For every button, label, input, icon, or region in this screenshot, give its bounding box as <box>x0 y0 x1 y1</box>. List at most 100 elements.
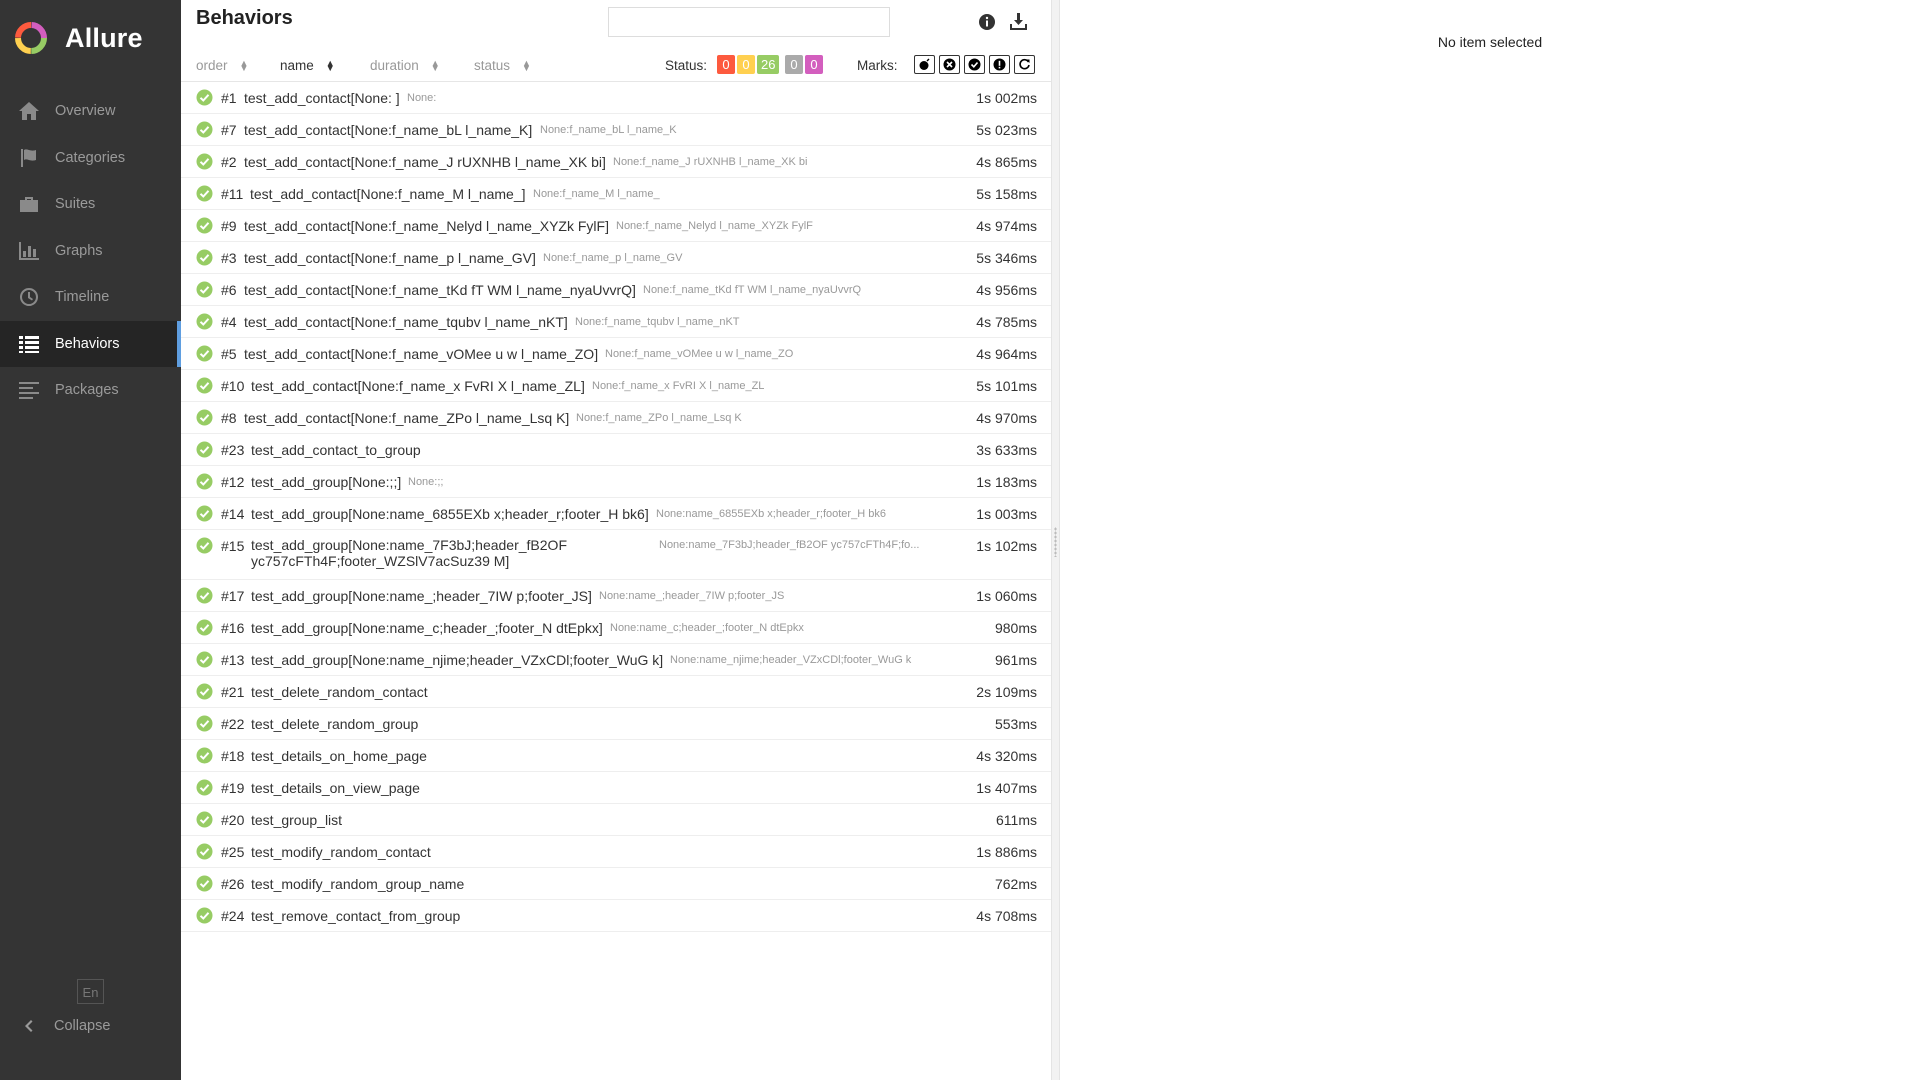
test-name: test_add_contact[None:f_name_Nelyd l_nam… <box>244 218 609 234</box>
sort-by-order[interactable]: order ▲ ▼ <box>196 58 248 73</box>
test-name: test_add_contact[None:f_name_ZPo l_name_… <box>244 410 570 426</box>
passed-status-icon <box>196 313 213 330</box>
test-row[interactable]: #6 test_add_contact[None:f_name_tKd fT WM… <box>181 274 1051 306</box>
status-badge-skipped[interactable]: 0 <box>785 55 803 74</box>
search-input[interactable] <box>608 7 890 37</box>
passed-status-icon <box>196 843 213 860</box>
test-row[interactable]: #2 test_add_contact[None:f_name_J rUXNHB … <box>181 146 1051 178</box>
status-badge-broken[interactable]: 0 <box>737 55 755 74</box>
status-badge-unknown[interactable]: 0 <box>805 55 823 74</box>
test-duration: 4s 708ms <box>976 908 1037 924</box>
passed-status-icon <box>196 715 213 732</box>
test-row[interactable]: #8 test_add_contact[None:f_name_ZPo l_nam… <box>181 402 1051 434</box>
language-switcher[interactable]: En <box>77 979 104 1004</box>
test-number: #15 <box>221 538 245 554</box>
passed-status-icon <box>196 441 213 458</box>
test-row[interactable]: #17 test_add_group[None:name_;header_7IW … <box>181 580 1051 612</box>
briefcase-icon <box>20 197 38 213</box>
test-parameters: None:f_name_x FvRI X l_name_ZL <box>592 380 765 392</box>
sidebar-item-label: Graphs <box>55 242 103 259</box>
sort-by-duration[interactable]: duration ▲ ▼ <box>370 58 440 73</box>
test-row[interactable]: #9 test_add_contact[None:f_name_Nelyd l_n… <box>181 210 1051 242</box>
status-badge-passed[interactable]: 26 <box>757 55 780 74</box>
sidebar-item-behaviors[interactable]: Behaviors <box>0 320 181 367</box>
pane-splitter[interactable] <box>1051 0 1060 1080</box>
test-name: test_add_group[None:name_7F3bJ;header_fB… <box>251 537 567 569</box>
test-duration: 1s 003ms <box>976 506 1037 522</box>
sidebar-item-graphs[interactable]: Graphs <box>0 228 181 275</box>
test-row[interactable]: #26 test_modify_random_group_name 762ms <box>181 868 1051 900</box>
download-icon[interactable] <box>1009 12 1028 31</box>
new-failed-mark-toggle[interactable] <box>939 55 960 74</box>
splitter-grip-icon[interactable] <box>1054 527 1057 557</box>
test-row[interactable]: #7 test_add_contact[None:f_name_bL l_name… <box>181 114 1051 146</box>
collapse-button[interactable]: Collapse <box>22 1018 110 1034</box>
test-row[interactable]: #24 test_remove_contact_from_group 4s 708m… <box>181 900 1051 932</box>
sidebar-item-label: Timeline <box>55 289 110 306</box>
sidebar-item-timeline[interactable]: Timeline <box>0 274 181 321</box>
test-duration: 4s 785ms <box>976 314 1037 330</box>
sort-by-name[interactable]: name ▲ ▼ <box>280 58 335 73</box>
test-number: #17 <box>221 588 245 604</box>
test-parameters: None:f_name_ZPo l_name_Lsq K <box>576 412 742 424</box>
sidebar-item-label: Overview <box>55 103 116 120</box>
test-duration: 4s 974ms <box>976 218 1037 234</box>
test-duration: 553ms <box>994 716 1037 732</box>
test-number: #19 <box>221 780 245 796</box>
test-number: #16 <box>221 620 245 636</box>
sort-by-status[interactable]: status ▲ ▼ <box>474 58 531 73</box>
passed-status-icon <box>196 537 213 554</box>
test-row[interactable]: #16 test_add_group[None:name_c;header_;fo… <box>181 612 1051 644</box>
sidebar-item-categories[interactable]: Categories <box>0 135 181 182</box>
test-parameters: None:name_;header_7IW p;footer_JS <box>599 590 785 602</box>
status-badge-failed[interactable]: 0 <box>717 55 735 74</box>
test-row[interactable]: #22 test_delete_random_group 553ms <box>181 708 1051 740</box>
test-row[interactable]: #23 test_add_contact_to_group 3s 633ms <box>181 434 1051 466</box>
passed-status-icon <box>196 377 213 394</box>
test-name: test_details_on_home_page <box>251 748 427 764</box>
test-name: test_add_group[None:name_c;header_;foote… <box>251 620 603 636</box>
test-row[interactable]: #14 test_add_group[None:name_6855EXb x;he… <box>181 498 1051 530</box>
test-row[interactable]: #18 test_details_on_home_page 4s 320ms <box>181 740 1051 772</box>
test-parameters: None: <box>407 92 437 104</box>
test-list: #1 test_add_contact[None: ] None: 1s 002ms #… <box>181 82 1051 932</box>
test-row[interactable]: #20 test_group_list 611ms <box>181 804 1051 836</box>
test-row[interactable]: #15 test_add_group[None:name_7F3bJ;header… <box>181 530 1051 580</box>
test-row[interactable]: #11 test_add_contact[None:f_name_M l_name… <box>181 178 1051 210</box>
test-row[interactable]: #1 test_add_contact[None: ] None: 1s 002ms <box>181 82 1051 114</box>
test-parameters: None:name_c;header_;footer_N dtEpkx <box>610 622 804 634</box>
flaky-mark-toggle[interactable] <box>914 55 935 74</box>
test-parameters: None:f_name_Nelyd l_name_XYZk FylF <box>616 220 813 232</box>
retries-mark-toggle[interactable] <box>1014 55 1035 74</box>
test-duration: 5s 158ms <box>976 186 1037 202</box>
test-row[interactable]: #5 test_add_contact[None:f_name_vOMee u w… <box>181 338 1051 370</box>
test-row[interactable]: #3 test_add_contact[None:f_name_p l_name_… <box>181 242 1051 274</box>
test-row[interactable]: #12 test_add_group[None:;;] None:;; 1s 183m… <box>181 466 1051 498</box>
test-duration: 3s 633ms <box>976 442 1037 458</box>
test-name: test_add_contact[None:f_name_tqubv l_nam… <box>244 314 568 330</box>
test-row[interactable]: #25 test_modify_random_contact 1s 886ms <box>181 836 1051 868</box>
sidebar-item-overview[interactable]: Overview <box>0 88 181 135</box>
sort-label: order <box>196 58 228 73</box>
test-row[interactable]: #21 test_delete_random_contact 2s 109ms <box>181 676 1051 708</box>
sidebar-nav: Overview Categories Suites Graphs Timeli… <box>0 88 181 414</box>
test-row[interactable]: #13 test_add_group[None:name_njime;header… <box>181 644 1051 676</box>
brand[interactable]: Allure <box>13 18 143 58</box>
test-row[interactable]: #4 test_add_contact[None:f_name_tqubv l_n… <box>181 306 1051 338</box>
test-number: #2 <box>221 154 237 170</box>
passed-status-icon <box>196 473 213 490</box>
sidebar-item-suites[interactable]: Suites <box>0 181 181 228</box>
new-passed-mark-toggle[interactable] <box>964 55 985 74</box>
test-number: #22 <box>221 716 245 732</box>
home-icon <box>19 102 39 121</box>
test-duration: 1s 102ms <box>976 538 1037 554</box>
test-row[interactable]: #19 test_details_on_view_page 1s 407ms <box>181 772 1051 804</box>
test-duration: 961ms <box>994 652 1037 668</box>
new-broken-mark-toggle[interactable] <box>989 55 1010 74</box>
info-icon[interactable] <box>978 13 996 31</box>
test-number: #9 <box>221 218 237 234</box>
sidebar-item-packages[interactable]: Packages <box>0 367 181 414</box>
test-row[interactable]: #10 test_add_contact[None:f_name_x FvRI X… <box>181 370 1051 402</box>
test-number: #5 <box>221 346 237 362</box>
test-number: #10 <box>221 378 245 394</box>
